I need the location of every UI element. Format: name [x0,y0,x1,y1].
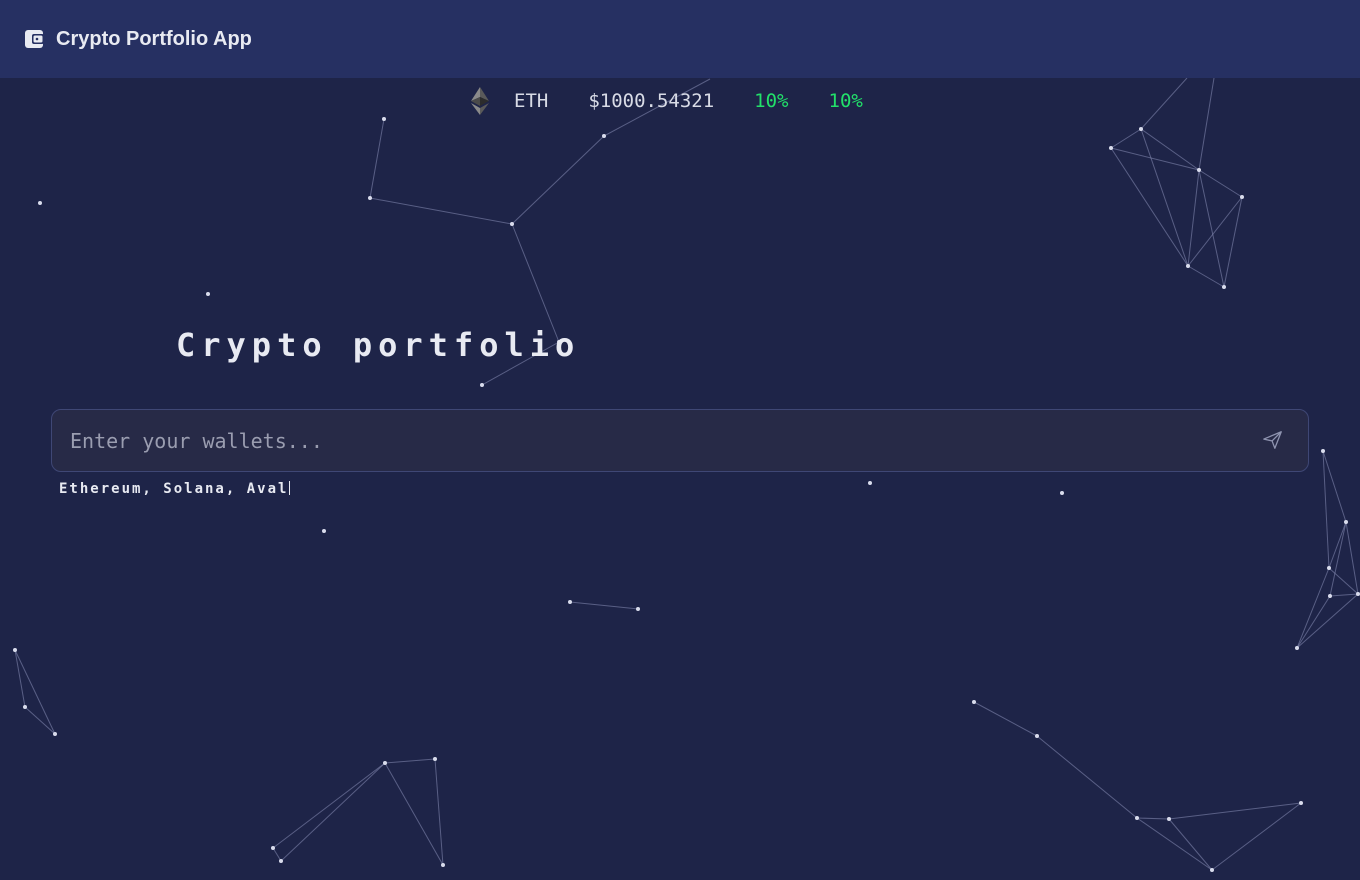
network-node [1109,146,1113,150]
network-line [1140,128,1200,171]
network-line [1345,521,1359,595]
supported-chains: Ethereum, Solana, Aval [59,481,291,497]
network-line [384,758,436,764]
network-line [1136,817,1170,820]
network-node [1321,449,1325,453]
network-line [1187,265,1225,288]
network-node [972,700,976,704]
network-node [1186,264,1190,268]
network-node [868,481,872,485]
network-line [1296,567,1330,649]
network-line [973,701,1038,737]
network-line [24,706,56,735]
network-node [1035,734,1039,738]
send-icon [1263,431,1282,449]
top-bar: Crypto Portfolio App [0,0,1360,78]
network-node [1328,594,1332,598]
network-line [1211,802,1302,871]
network-node [53,732,57,736]
network-line [1198,169,1225,288]
network-node [1167,817,1171,821]
network-line [1296,593,1359,649]
network-line [1140,77,1188,130]
network-node [433,757,437,761]
network-node [1222,285,1226,289]
network-line [1110,147,1200,171]
wallet-input-container [51,409,1309,472]
network-line [1140,128,1189,267]
network-node [368,196,372,200]
send-button[interactable] [1260,427,1286,453]
network-line [1198,77,1215,171]
network-line [1187,196,1243,267]
page-title: Crypto portfolio [176,326,581,364]
network-node [279,859,283,863]
ethereum-icon [470,86,490,116]
typing-cursor [289,481,291,495]
network-node [1197,168,1201,172]
network-line [511,223,560,343]
network-line [280,762,386,862]
wallet-icon [24,29,44,49]
network-node [13,648,17,652]
network-node [383,761,387,765]
network-line [434,758,444,866]
network-node [1139,127,1143,131]
eth-ticker: ETH $1000.54321 10% 10% [470,86,903,116]
network-line [1187,169,1200,267]
network-line [369,197,513,225]
ticker-symbol: ETH [514,90,549,112]
network-line [1110,128,1142,149]
network-node [382,117,386,121]
network-node [271,846,275,850]
network-node [636,607,640,611]
network-node [1356,592,1360,596]
network-node [1240,195,1244,199]
network-line [1036,735,1138,819]
network-node [602,134,606,138]
network-line [511,135,605,225]
network-node [1295,646,1299,650]
network-node [23,705,27,709]
network-node [1299,801,1303,805]
network-line [14,649,26,708]
network-node [510,222,514,226]
wallet-input[interactable] [70,410,1250,471]
network-line [14,649,56,735]
ticker-price: $1000.54321 [588,90,715,112]
network-node [1135,816,1139,820]
network-node [38,201,42,205]
network-node [322,529,326,533]
network-line [1110,147,1189,267]
network-line [1296,595,1331,649]
network-node [480,383,484,387]
network-node [1210,868,1214,872]
network-line [272,762,386,849]
network-line [1198,169,1243,198]
network-node [568,600,572,604]
ticker-change-2: 10% [828,90,863,112]
network-line [1329,593,1359,597]
network-node [1327,566,1331,570]
network-node [206,292,210,296]
network-node [1344,520,1348,524]
ticker-change-1: 10% [754,90,789,112]
app-title: Crypto Portfolio App [56,27,252,50]
supported-chains-text: Ethereum, Solana, Aval [59,481,289,497]
network-node [1060,491,1064,495]
network-node [441,863,445,867]
network-line [1322,450,1330,569]
network-line [369,118,385,199]
network-line [1168,802,1302,820]
network-line [384,762,444,866]
network-line [569,601,639,610]
network-line [272,847,282,862]
network-line [1223,196,1243,288]
